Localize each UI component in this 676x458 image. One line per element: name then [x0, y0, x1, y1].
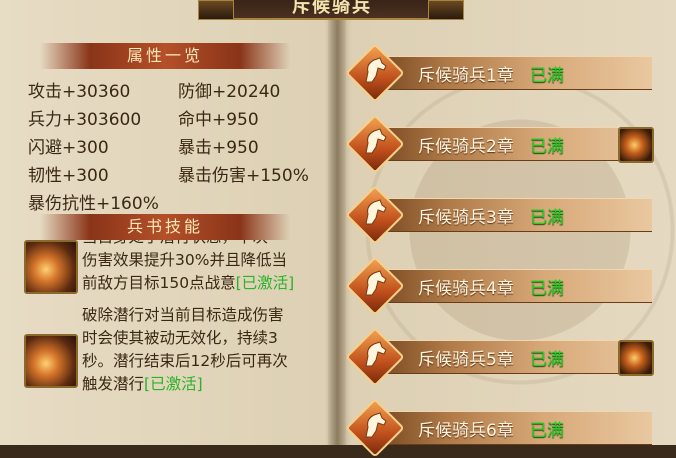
chapter-status: 已满: [530, 66, 564, 86]
page-title: 斥候骑兵: [215, 0, 449, 20]
chapter-status: 已满: [530, 350, 564, 370]
horse-icon: [365, 412, 387, 438]
title-ornament-right: [428, 0, 464, 20]
horse-icon: [365, 199, 387, 225]
warrior-skill-icon: [24, 334, 78, 388]
chapter-status: 已满: [530, 208, 564, 228]
skill-status: [已激活]: [235, 274, 295, 292]
chapter-name: 斥候骑兵4章: [418, 279, 514, 299]
skill-status: [已激活]: [144, 375, 203, 393]
stat-crit: 暴击+950: [178, 138, 259, 158]
stat-defense: 防御+20240: [178, 82, 281, 102]
warrior-reward-icon[interactable]: [618, 127, 654, 163]
chapter-name: 斥候骑兵1章: [418, 66, 514, 86]
skill-line: 当自身处于潜行状态，下次: [82, 240, 322, 249]
attributes-header: 属性一览: [40, 43, 290, 69]
title-ornament-left: [198, 0, 234, 20]
skill-line: 破除潜行对当前目标造成伤害: [82, 306, 284, 324]
chapter-row-1[interactable]: 斥候骑兵1章 已满: [345, 43, 652, 103]
stat-crit-damage: 暴击伤害+150%: [178, 166, 309, 186]
chapter-name: 斥候骑兵6章: [418, 421, 514, 441]
chapter-row-2[interactable]: 斥候骑兵2章 已满: [345, 114, 654, 174]
chapter-status: 已满: [530, 137, 564, 157]
skill-line: 前敌方目标150点战意: [82, 274, 236, 292]
skill-line: 触发潜行: [82, 375, 145, 393]
chapter-name: 斥候骑兵2章: [418, 137, 514, 157]
skill-line: 伤害效果提升30%并且降低当: [82, 251, 287, 269]
stat-attack: 攻击+30360: [28, 82, 131, 102]
horse-icon: [365, 270, 387, 296]
chapter-status: 已满: [530, 421, 564, 441]
horse-icon: [365, 341, 387, 367]
chapter-status: 已满: [530, 279, 564, 299]
stat-troops: 兵力+303600: [28, 110, 142, 130]
horse-icon: [365, 57, 387, 83]
stat-toughness: 韧性+300: [28, 166, 109, 186]
slash-reward-icon[interactable]: [618, 340, 654, 376]
chapter-name: 斥候骑兵5章: [418, 350, 514, 370]
chapter-row-5[interactable]: 斥候骑兵5章 已满: [345, 327, 654, 387]
skills-header: 兵书技能: [40, 214, 290, 240]
slash-skill-icon: [24, 240, 78, 294]
chapter-name: 斥候骑兵3章: [418, 208, 514, 228]
book-spine: [328, 0, 346, 445]
skill-list[interactable]: 当自身处于潜行状态，下次 伤害效果提升30%并且降低当 前敌方目标150点战意[…: [24, 240, 324, 445]
chapter-row-6[interactable]: 斥候骑兵6章 已满: [345, 398, 652, 458]
stat-hit: 命中+950: [178, 110, 259, 130]
stat-crit-resist: 暴伤抗性+160%: [28, 194, 159, 214]
chapter-row-3[interactable]: 斥候骑兵3章 已满: [345, 185, 652, 245]
stat-dodge: 闪避+300: [28, 138, 109, 158]
skill-line: 秒。潜行结束后12秒后可再次: [82, 352, 288, 370]
chapter-row-4[interactable]: 斥候骑兵4章 已满: [345, 256, 652, 316]
skill-line: 时会使其被动无效化，持续3: [82, 329, 278, 347]
horse-icon: [365, 128, 387, 154]
